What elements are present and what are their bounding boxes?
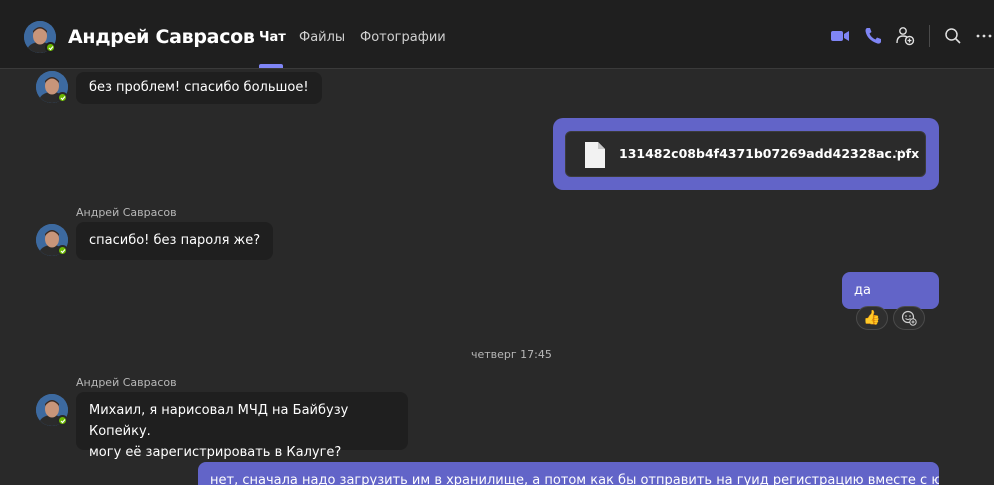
search-icon[interactable] bbox=[943, 26, 963, 46]
presence-available-icon bbox=[57, 245, 68, 256]
message-line: могу её зарегистрировать в Калуге? bbox=[89, 445, 342, 460]
chat-header: Андрей Саврасов Чат Файлы Фотографии bbox=[0, 0, 994, 69]
outgoing-file-message[interactable]: 131482c08b4f4371b07269add42328ac.pfx ··· bbox=[553, 118, 939, 190]
incoming-message[interactable]: Михаил, я нарисовал МЧД на Байбузу Копей… bbox=[76, 392, 408, 460]
add-reaction-button[interactable] bbox=[893, 306, 925, 330]
incoming-message[interactable]: спасибо! без пароля же? bbox=[76, 222, 274, 260]
incoming-message[interactable]: без проблем! спасибо большое! bbox=[76, 72, 322, 104]
tab-chat[interactable]: Чат bbox=[259, 30, 286, 45]
message-list: без проблем! спасибо большое! 131482c08b… bbox=[0, 69, 994, 485]
sender-name: Андрей Саврасов bbox=[76, 376, 177, 389]
add-reaction-icon bbox=[901, 310, 917, 326]
presence-available-icon bbox=[57, 92, 68, 103]
contact-name: Андрей Саврасов bbox=[68, 26, 255, 48]
sender-name: Андрей Саврасов bbox=[76, 206, 177, 219]
tab-files[interactable]: Файлы bbox=[299, 30, 345, 45]
file-icon bbox=[585, 142, 605, 168]
outgoing-message[interactable]: да bbox=[842, 272, 939, 309]
outgoing-message[interactable]: нет, сначала надо загрузить им в хранили… bbox=[198, 462, 939, 485]
presence-available-icon bbox=[57, 415, 68, 426]
tab-photos[interactable]: Фотографии bbox=[360, 30, 446, 45]
more-options-icon[interactable] bbox=[974, 26, 994, 46]
audio-call-icon[interactable] bbox=[863, 26, 883, 46]
active-tab-indicator bbox=[259, 64, 283, 68]
file-more-options-icon[interactable]: ··· bbox=[894, 144, 910, 160]
date-separator: четверг 17:45 bbox=[471, 348, 552, 361]
video-call-icon[interactable] bbox=[830, 26, 850, 46]
file-attachment[interactable]: 131482c08b4f4371b07269add42328ac.pfx ··· bbox=[565, 131, 926, 177]
add-people-icon[interactable] bbox=[895, 26, 915, 46]
file-name[interactable]: 131482c08b4f4371b07269add42328ac.pfx bbox=[619, 146, 919, 161]
message-line: Михаил, я нарисовал МЧД на Байбузу Копей… bbox=[89, 403, 349, 439]
reaction-like[interactable]: 👍 bbox=[856, 306, 888, 330]
header-divider bbox=[929, 25, 930, 47]
presence-available-icon bbox=[45, 42, 56, 53]
